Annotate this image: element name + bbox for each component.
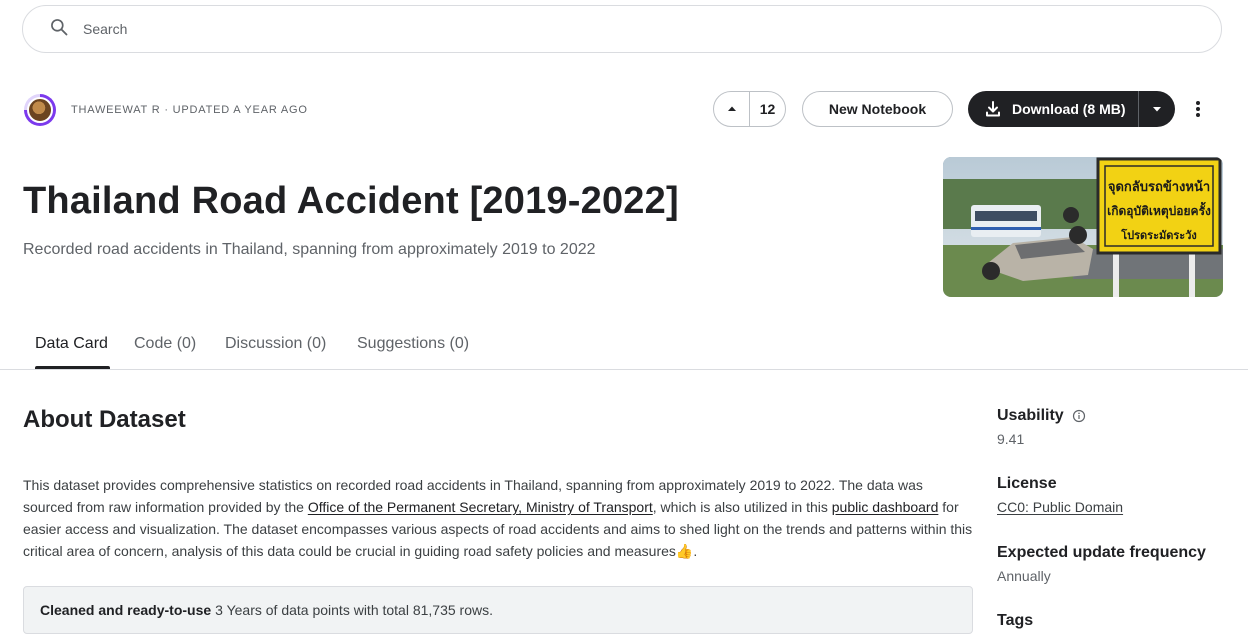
upvote-control: 12 (713, 91, 786, 127)
usability-value: 9.41 (997, 431, 1025, 447)
new-notebook-button[interactable]: New Notebook (802, 91, 953, 127)
about-heading: About Dataset (23, 406, 186, 433)
dataset-title: Thailand Road Accident [2019-2022] (23, 180, 679, 222)
license-link[interactable]: CC0: Public Domain (997, 499, 1123, 515)
callout-box: Cleaned and ready-to-use 3 Years of data… (23, 586, 973, 634)
public-dashboard-link[interactable]: public dashboard (832, 499, 939, 515)
frequency-section: Expected update frequency Annually (997, 544, 1206, 584)
download-button[interactable]: Download (8 MB) (968, 91, 1139, 127)
download-icon (986, 101, 1000, 117)
about-text-2: , which is also utilized in this (652, 499, 832, 515)
active-tab-indicator (35, 366, 110, 369)
tab-code[interactable]: Code (0) (134, 335, 196, 353)
tab-data-card[interactable]: Data Card (35, 335, 108, 353)
callout-bold: Cleaned and ready-to-use (40, 602, 212, 618)
ministry-link[interactable]: Office of the Permanent Secretary, Minis… (308, 499, 653, 515)
dataset-cover-image: จุดกลับรถข้างหน้า เกิดอุบัติเหตุบ่อยครั้… (943, 157, 1223, 297)
sign-line-3: โปรดระมัดระวัง (1120, 228, 1197, 242)
download-options-button[interactable] (1139, 91, 1175, 127)
usability-label: Usability (997, 407, 1064, 424)
avatar[interactable] (24, 94, 56, 126)
search-icon (49, 17, 69, 42)
info-icon[interactable] (1072, 409, 1086, 423)
callout-text: 3 Years of data points with total 81,735… (215, 602, 494, 618)
vote-count[interactable]: 12 (750, 101, 785, 117)
upvote-button[interactable] (714, 92, 750, 126)
download-label: Download (8 MB) (1012, 101, 1126, 117)
license-label: License (997, 475, 1057, 492)
tab-discussion[interactable]: Discussion (0) (225, 335, 326, 353)
license-section: License CC0: Public Domain (997, 475, 1123, 515)
usability-section: Usability 9.41 (997, 407, 1086, 447)
sign-line-2: เกิดอุบัติเหตุบ่อยครั้ง (1107, 201, 1211, 219)
author-row: THAWEEWAT R · UPDATED A YEAR AGO (24, 94, 308, 126)
more-vert-icon (1196, 101, 1200, 117)
dataset-subtitle: Recorded road accidents in Thailand, spa… (23, 241, 596, 258)
caret-up-icon (727, 106, 736, 111)
about-description: This dataset provides comprehensive stat… (23, 474, 973, 562)
author-updated-text[interactable]: THAWEEWAT R · UPDATED A YEAR AGO (71, 104, 308, 116)
search-bar[interactable] (22, 5, 1222, 53)
tags-section: Tags (997, 612, 1033, 630)
tab-suggestions[interactable]: Suggestions (0) (357, 335, 469, 353)
sign-line-1: จุดกลับรถข้างหน้า (1108, 179, 1210, 195)
caret-down-icon (1153, 107, 1161, 112)
more-options-button[interactable] (1186, 97, 1210, 121)
tab-bar: Data Card Code (0) Discussion (0) Sugges… (0, 325, 1248, 370)
search-input[interactable] (83, 21, 1083, 37)
tags-label: Tags (997, 612, 1034, 629)
frequency-label: Expected update frequency (997, 544, 1206, 561)
download-button-group: Download (8 MB) (968, 91, 1175, 127)
frequency-value: Annually (997, 568, 1051, 584)
